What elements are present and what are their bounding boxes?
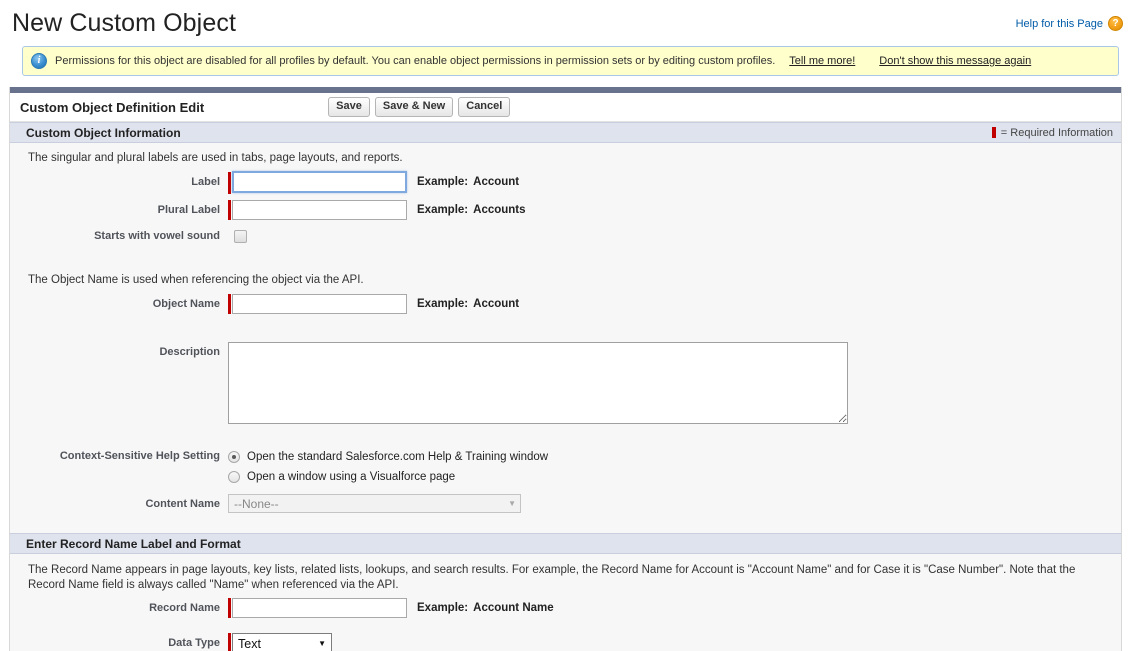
panel-title: Custom Object Definition Edit [20,99,205,115]
content-name-select: --None-- ▼ [228,494,521,513]
object-name-example: Example: Account [417,294,519,314]
content-name-field-label: Content Name [145,498,220,510]
record-name-help-text: The Record Name appears in page layouts,… [28,564,1076,591]
context-help-radio-group: Open the standard Salesforce.com Help & … [228,446,548,488]
data-type-selected-value: Text [238,636,261,651]
record-name-input[interactable] [232,598,407,618]
info-banner: i Permissions for this object are disabl… [22,46,1119,76]
label-field-label: Label [191,176,220,188]
help-for-this-page-link[interactable]: Help for this Page [1016,18,1103,30]
form-row-context-help: Context-Sensitive Help Setting Open the … [10,443,1121,491]
section-header-custom-object-information: Custom Object Information = Required Inf… [10,122,1121,143]
cancel-button[interactable]: Cancel [458,97,511,117]
section-title: Enter Record Name Label and Format [26,536,241,551]
form-row-object-name: Object Name Example: Account [10,291,1121,317]
page-root: New Custom Object Help for this Page ? i… [0,0,1131,651]
section-body-custom-object-information: The singular and plural labels are used … [10,143,1121,533]
labels-help-text: The singular and plural labels are used … [28,152,403,164]
context-help-option-visualforce-label: Open a window using a Visualforce page [247,470,456,483]
object-name-field-label: Object Name [152,298,220,310]
section-body-record-name: The Record Name appears in page layouts,… [10,554,1121,651]
data-type-field-label: Data Type [168,637,220,649]
content-name-selected-value: --None-- [234,496,279,511]
example-value: Accounts [473,204,526,216]
data-type-select[interactable]: Text ▼ [232,633,332,651]
plural-label-example: Example: Accounts [417,200,526,220]
info-icon: i [31,53,47,69]
custom-object-form-panel: Custom Object Definition Edit Save Save … [9,87,1122,651]
record-name-field-label: Record Name [149,602,220,614]
example-value: Account [473,298,520,310]
form-row-starts-with-vowel: Starts with vowel sound [10,223,1121,249]
form-row-record-name: Record Name Example: Account Name [10,595,1121,621]
question-mark-icon[interactable]: ? [1108,16,1123,31]
context-help-field-control: Open the standard Salesforce.com Help & … [228,446,548,488]
required-marker-icon [228,172,231,194]
starts-with-vowel-control [228,226,247,243]
description-field-label: Description [159,346,220,358]
save-button[interactable]: Save [328,97,370,117]
content-name-field-control: --None-- ▼ [228,494,521,513]
section-title: Custom Object Information [26,125,181,140]
data-type-field-control: Text ▼ [228,633,332,651]
required-legend-text: = Required Information [1000,126,1113,139]
required-marker-icon [228,294,231,314]
example-value: Account Name [473,602,554,614]
chevron-down-icon: ▼ [508,499,516,508]
required-marker-icon [228,633,231,651]
example-prefix: Example: [417,176,469,188]
form-row-label: Label Example: Account [10,169,1121,197]
example-prefix: Example: [417,204,469,216]
label-input[interactable] [232,171,407,193]
form-row-description: Description [10,339,1121,427]
object-name-input[interactable] [232,294,407,314]
section-header-record-name: Enter Record Name Label and Format [10,533,1121,554]
description-field-control [228,342,848,424]
tell-me-more-link[interactable]: Tell me more! [789,55,855,67]
example-prefix: Example: [417,298,469,310]
panel-button-group: Save Save & New Cancel [328,97,511,117]
object-name-help-text: The Object Name is used when referencing… [28,274,364,286]
description-textarea[interactable] [228,342,848,424]
plural-label-input[interactable] [232,200,407,220]
form-row-plural-label: Plural Label Example: Accounts [10,197,1121,223]
chevron-down-icon[interactable]: ▼ [318,639,326,648]
page-header: New Custom Object Help for this Page ? [0,0,1131,46]
info-banner-wrap: i Permissions for this object are disabl… [0,46,1131,76]
plural-label-field-label: Plural Label [157,204,220,216]
required-information-legend: = Required Information [991,126,1113,139]
example-prefix: Example: [417,602,469,614]
plural-label-field-control: Example: Accounts [228,200,526,220]
required-marker-icon [228,598,231,618]
page-title: New Custom Object [12,9,236,37]
record-name-example: Example: Account Name [417,598,554,618]
record-name-field-control: Example: Account Name [228,598,554,618]
context-help-field-label: Context-Sensitive Help Setting [59,450,220,462]
help-for-this-page[interactable]: Help for this Page ? [1016,16,1123,31]
dont-show-message-again-link[interactable]: Don't show this message again [879,55,1031,67]
info-banner-message: Permissions for this object are disabled… [55,55,776,67]
object-name-field-control: Example: Account [228,294,519,314]
form-row-content-name: Content Name --None-- ▼ [10,491,1121,517]
example-value: Account [473,176,520,188]
context-help-option-visualforce[interactable]: Open a window using a Visualforce page [228,468,548,485]
radio-unselected-icon[interactable] [228,470,240,483]
required-marker-icon [228,200,231,220]
label-field-control: Example: Account [228,171,519,194]
panel-header: Custom Object Definition Edit Save Save … [10,93,1121,122]
required-marker-icon [991,127,996,138]
starts-with-vowel-checkbox[interactable] [234,230,247,243]
form-row-data-type: Data Type Text ▼ [10,630,1121,651]
radio-selected-icon[interactable] [228,450,240,463]
save-and-new-button[interactable]: Save & New [374,97,454,117]
context-help-option-standard[interactable]: Open the standard Salesforce.com Help & … [228,448,548,465]
label-example: Example: Account [417,172,519,192]
starts-with-vowel-label: Starts with vowel sound [94,230,220,242]
context-help-option-standard-label: Open the standard Salesforce.com Help & … [247,450,549,463]
